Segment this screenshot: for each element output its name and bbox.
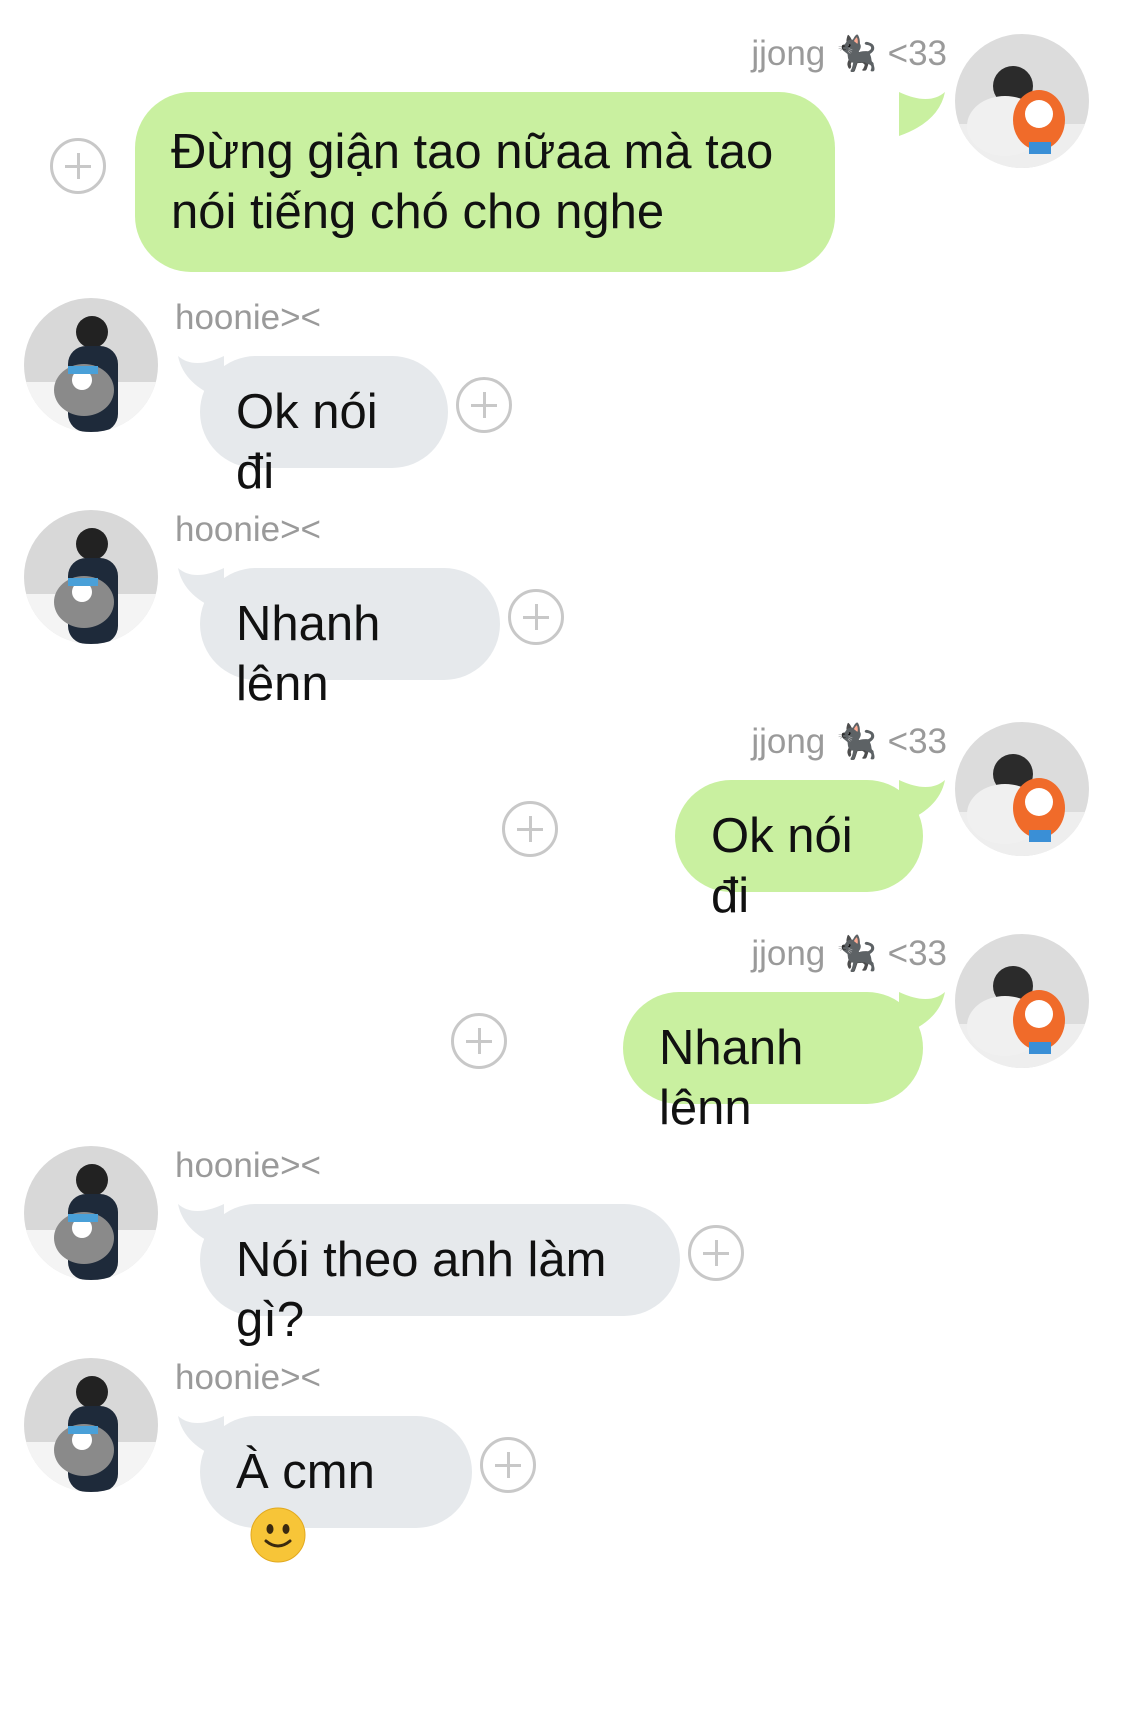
avatar-jjong[interactable] <box>955 34 1089 168</box>
sender-name: hoonie>< <box>175 1358 321 1398</box>
black-cat-icon: 🐈‍⬛ <box>835 935 878 973</box>
message-bubble[interactable]: À cmn <box>200 1416 472 1563</box>
sender-name-text: jjong <box>751 934 826 973</box>
add-reaction-button[interactable] <box>508 589 564 645</box>
sender-name-text: hoonie>< <box>175 1358 321 1397</box>
message-text: Nói theo anh làm gì? <box>236 1233 607 1347</box>
add-reaction-button[interactable] <box>688 1225 744 1281</box>
add-reaction-button[interactable] <box>480 1437 536 1493</box>
message-text: Ok nói đi <box>711 809 853 923</box>
message-bubble[interactable]: Đừng giận tao nữaa mà tao nói tiếng chó … <box>135 92 835 272</box>
message-text: Ok nói đi <box>236 385 378 499</box>
slightly-smiling-face-icon <box>250 1507 306 1563</box>
sender-name-suffix: <33 <box>887 934 947 973</box>
sender-name-text: hoonie>< <box>175 510 321 549</box>
message-bubble[interactable]: Nói theo anh làm gì? <box>200 1204 680 1347</box>
message-text: À cmn <box>236 1445 375 1499</box>
bubble-tail <box>899 92 945 136</box>
black-cat-icon: 🐈‍⬛ <box>835 35 878 73</box>
sender-name: hoonie>< <box>175 510 321 550</box>
black-cat-icon: 🐈‍⬛ <box>835 723 878 761</box>
sender-name: jjong 🐈‍⬛ <33 <box>751 934 947 974</box>
message-text: Đừng giận tao nữaa mà tao nói tiếng chó … <box>171 125 774 239</box>
message-text: Nhanh lênn <box>236 597 381 711</box>
avatar-jjong[interactable] <box>955 934 1089 1068</box>
sender-name: jjong 🐈‍⬛ <33 <box>751 722 947 762</box>
message-bubble[interactable]: Ok nói đi <box>675 780 923 923</box>
message-text: Nhanh lênn <box>659 1021 804 1135</box>
avatar-hoonie[interactable] <box>24 1358 158 1492</box>
sender-name-text: jjong <box>751 34 826 73</box>
sender-name-suffix: <33 <box>887 722 947 761</box>
avatar-jjong[interactable] <box>955 722 1089 856</box>
avatar-hoonie[interactable] <box>24 298 158 432</box>
sender-name-text: hoonie>< <box>175 1146 321 1185</box>
message-bubble[interactable]: Nhanh lênn <box>623 992 923 1135</box>
sender-name-text: jjong <box>751 722 826 761</box>
add-reaction-button[interactable] <box>451 1013 507 1069</box>
sender-name: jjong 🐈‍⬛ <33 <box>751 34 947 74</box>
message-bubble[interactable]: Nhanh lênn <box>200 568 500 711</box>
add-reaction-button[interactable] <box>50 138 106 194</box>
add-reaction-button[interactable] <box>502 801 558 857</box>
sender-name-text: hoonie>< <box>175 298 321 337</box>
sender-name: hoonie>< <box>175 298 321 338</box>
sender-name-suffix: <33 <box>887 34 947 73</box>
avatar-hoonie[interactable] <box>24 1146 158 1280</box>
avatar-hoonie[interactable] <box>24 510 158 644</box>
sender-name: hoonie>< <box>175 1146 321 1186</box>
message-bubble[interactable]: Ok nói đi <box>200 356 448 499</box>
add-reaction-button[interactable] <box>456 377 512 433</box>
